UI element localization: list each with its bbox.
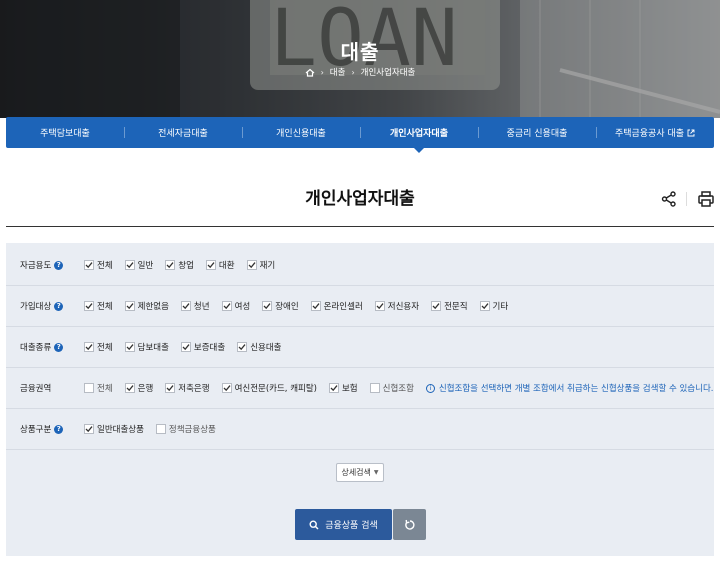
help-icon[interactable]: ? xyxy=(54,424,64,434)
loan-category-tabs: 주택담보대출 전세자금대출 개인신용대출 개인사업자대출 중금리 신용대출 주택… xyxy=(6,117,714,153)
breadcrumb: › 대출 › 개인사업자대출 xyxy=(0,66,720,78)
checkbox-checked-icon[interactable] xyxy=(84,301,94,311)
tab-mortgage[interactable]: 주택담보대출 xyxy=(6,117,124,148)
checkbox-option[interactable]: 전체 xyxy=(84,382,113,394)
checkbox-option[interactable]: 전체 xyxy=(84,259,113,271)
checkbox-checked-icon[interactable] xyxy=(84,342,94,352)
checkbox-checked-icon[interactable] xyxy=(180,342,191,352)
checkbox-option[interactable]: 장애인 xyxy=(262,300,299,312)
checkbox-checked-icon[interactable] xyxy=(479,301,490,311)
info-icon: i xyxy=(425,383,435,393)
chevron-right-icon: › xyxy=(320,67,324,77)
checkbox-checked-icon[interactable] xyxy=(310,301,321,311)
checkbox-checked-icon[interactable] xyxy=(328,383,339,393)
checkbox-option[interactable]: 여성 xyxy=(221,300,250,312)
home-icon[interactable] xyxy=(305,68,315,77)
checkbox-checked-icon[interactable] xyxy=(205,260,216,270)
checkbox-option[interactable]: 신용대출 xyxy=(237,341,281,353)
checkbox-checked-icon[interactable] xyxy=(84,260,94,270)
share-icon[interactable] xyxy=(660,190,678,208)
checkbox-option[interactable]: 정책금융상품 xyxy=(155,423,216,435)
checkbox-checked-icon[interactable] xyxy=(431,301,442,311)
checkbox-option[interactable]: 담보대출 xyxy=(124,341,169,353)
checkbox-checked-icon[interactable] xyxy=(124,342,135,352)
checkbox-option[interactable]: 저축은행 xyxy=(165,382,210,394)
checkbox-checked-icon[interactable] xyxy=(84,424,94,434)
tab-jeonse[interactable]: 전세자금대출 xyxy=(124,117,242,148)
tab-business-owner[interactable]: 개인사업자대출 xyxy=(360,117,478,153)
chevron-right-icon: › xyxy=(351,67,355,77)
checkbox-checked-icon[interactable] xyxy=(237,342,248,352)
checkbox-checked-icon[interactable] xyxy=(221,383,232,393)
filter-row-loan-type: 대출종류? 전체 담보대출 보증대출 신용대출 xyxy=(6,327,714,368)
checkbox-checked-icon[interactable] xyxy=(246,260,257,270)
checkbox-checked-icon[interactable] xyxy=(262,301,273,311)
checkbox-option[interactable]: 저신용자 xyxy=(374,300,419,312)
tab-mid-rate-credit[interactable]: 중금리 신용대출 xyxy=(478,117,596,148)
checkbox-checked-icon[interactable] xyxy=(165,260,176,270)
checkbox-checked-icon[interactable] xyxy=(124,383,135,393)
checkbox-option[interactable]: 청년 xyxy=(180,300,210,312)
checkbox-option[interactable]: 여신전문(카드, 캐피탈) xyxy=(221,382,317,394)
filter-label: 금융권역 xyxy=(20,384,52,394)
external-link-icon xyxy=(687,129,695,136)
checkbox-option[interactable]: 은행 xyxy=(124,382,153,394)
help-icon[interactable]: ? xyxy=(54,301,64,311)
checkbox-option[interactable]: 전체 xyxy=(84,300,113,312)
checkbox-unchecked-icon[interactable] xyxy=(369,383,380,393)
checkbox-option[interactable]: 온라인셀러 xyxy=(310,300,363,312)
title-underline xyxy=(6,226,714,227)
filter-row-financial-sector: 금융권역 전체 은행 저축은행 여신전문(카드, 캐피탈) 보험 신협조합 i신… xyxy=(6,368,714,409)
checkbox-option[interactable]: 기타 xyxy=(479,300,508,312)
checkbox-option[interactable]: 창업 xyxy=(165,259,194,271)
reset-icon xyxy=(404,519,415,530)
checkbox-option[interactable]: 일반대출상품 xyxy=(84,423,144,435)
breadcrumb-item-loan[interactable]: 대출 xyxy=(330,66,346,78)
checkbox-checked-icon[interactable] xyxy=(124,301,135,311)
filter-label: 자금용도? xyxy=(6,259,84,271)
header-divider xyxy=(686,192,687,206)
hero-title: 대출 xyxy=(340,40,380,64)
breadcrumb-item-current: 개인사업자대출 xyxy=(360,68,416,78)
checkbox-unchecked-icon[interactable] xyxy=(84,383,94,393)
hero-banner: LOAN 대출 › 대출 › 개인사업자대출 xyxy=(0,0,720,118)
printer-icon[interactable] xyxy=(697,190,715,208)
checkbox-option[interactable]: 보험 xyxy=(328,382,358,394)
reset-button[interactable] xyxy=(393,509,426,540)
filter-panel: 자금용도? 전체 일반 창업 대환 재기 가입대상? 전체 제한없음 청년 여성… xyxy=(6,243,714,556)
help-icon[interactable]: ? xyxy=(54,342,64,352)
checkbox-option[interactable]: 재기 xyxy=(246,259,275,271)
filter-label: 가입대상? xyxy=(6,300,84,312)
checkbox-option[interactable]: 제한없음 xyxy=(124,300,169,312)
checkbox-option[interactable]: 전체 xyxy=(84,341,113,353)
filter-label: 상품구분? xyxy=(6,423,84,435)
filter-row-product-type: 상품구분? 일반대출상품 정책금융상품 xyxy=(6,409,714,450)
help-icon[interactable]: ? xyxy=(54,260,64,270)
tab-personal-credit[interactable]: 개인신용대출 xyxy=(242,117,360,148)
info-note: i 신협조합을 선택하면 개별 조합에서 취급하는 신협상품을 검색할 수 있습니… xyxy=(425,382,713,394)
filter-row-eligibility: 가입대상? 전체 제한없음 청년 여성 장애인 온라인셀러 저신용자 전문직 기… xyxy=(6,286,714,327)
filter-row-fund-purpose: 자금용도? 전체 일반 창업 대환 재기 xyxy=(6,245,714,286)
checkbox-checked-icon[interactable] xyxy=(180,301,191,311)
checkbox-checked-icon[interactable] xyxy=(124,260,135,270)
financial-product-search-button[interactable]: 금융상품 검색 xyxy=(295,509,392,540)
checkbox-checked-icon[interactable] xyxy=(374,301,385,311)
page-title: 개인사업자대출 xyxy=(305,189,415,209)
caret-down-icon: ▼ xyxy=(373,469,379,476)
checkbox-option[interactable]: 신협조합 xyxy=(369,382,414,394)
filter-label: 대출종류? xyxy=(6,341,84,353)
checkbox-option[interactable]: 일반 xyxy=(124,259,153,271)
tab-hf-loan[interactable]: 주택금융공사 대출 xyxy=(596,117,714,148)
checkbox-checked-icon[interactable] xyxy=(165,383,176,393)
checkbox-option[interactable]: 보증대출 xyxy=(180,341,225,353)
checkbox-checked-icon[interactable] xyxy=(221,301,232,311)
checkbox-option[interactable]: 대환 xyxy=(205,259,235,271)
detail-search-button[interactable]: 상세검색 ▼ xyxy=(336,463,384,482)
checkbox-unchecked-icon[interactable] xyxy=(155,424,166,434)
search-icon xyxy=(309,519,319,530)
checkbox-option[interactable]: 전문직 xyxy=(431,300,468,312)
